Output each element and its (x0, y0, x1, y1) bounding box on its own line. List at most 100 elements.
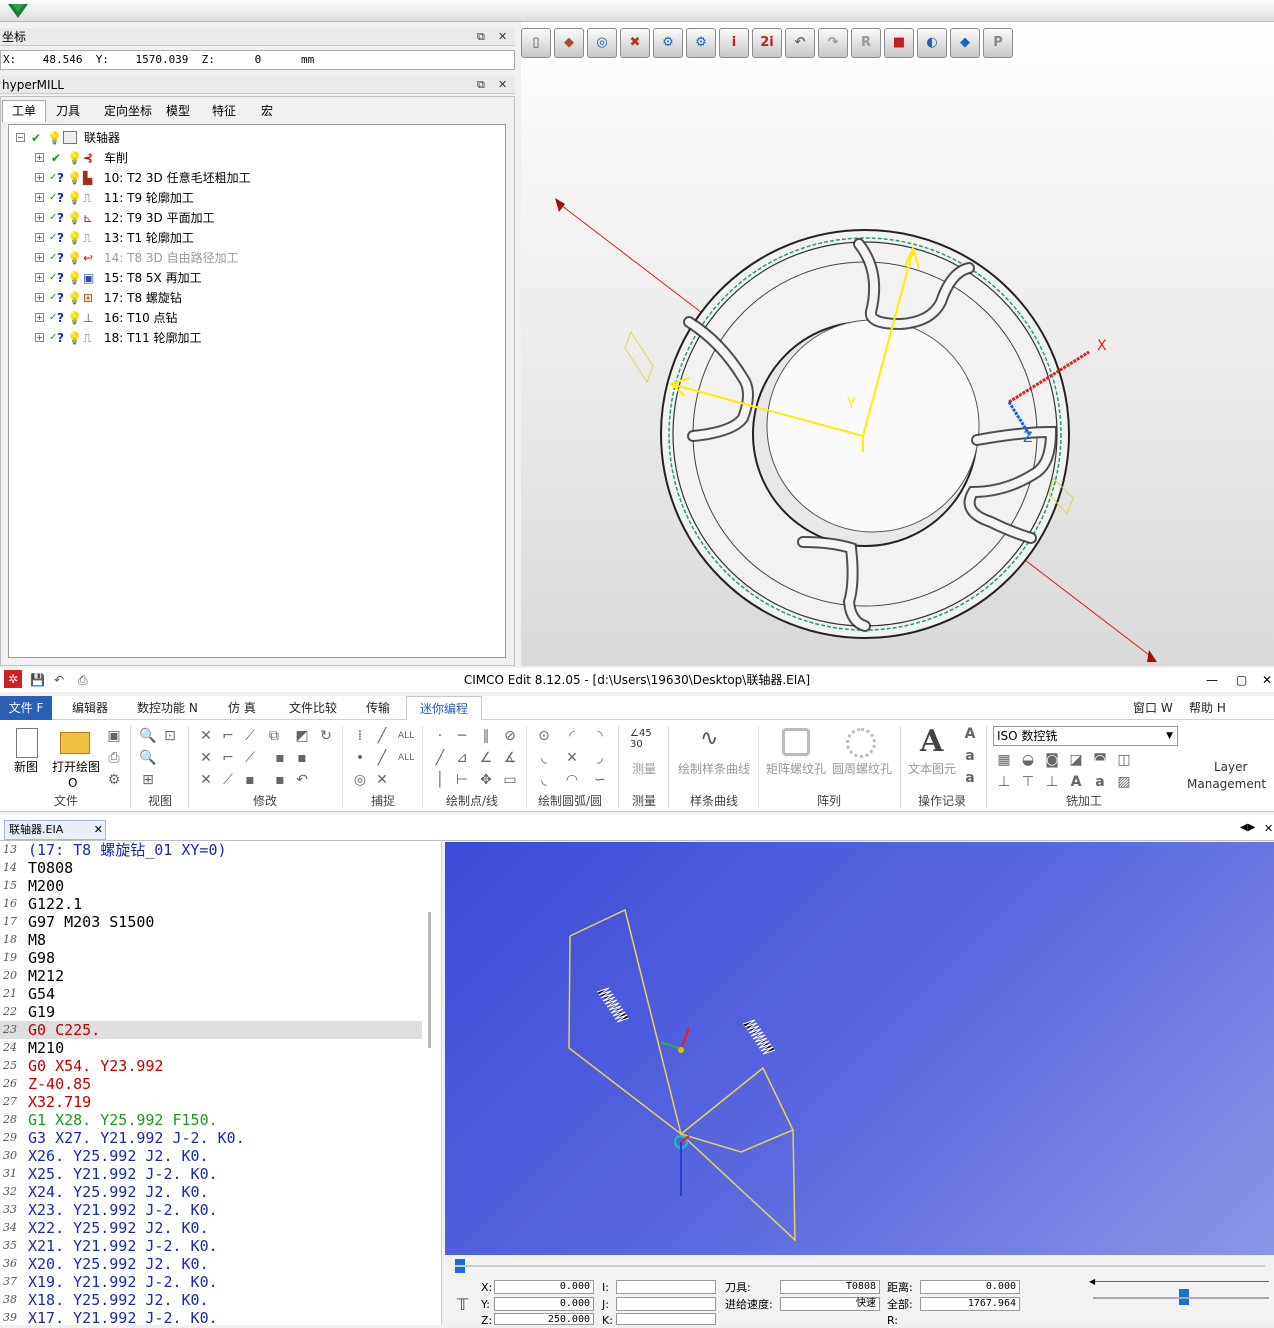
code-line[interactable]: 27 X32.719 (0, 1093, 422, 1111)
spline-icon[interactable]: ∿ (700, 726, 718, 751)
code-line[interactable]: 26 Z-40.85 (0, 1075, 422, 1093)
speed-track[interactable] (1093, 1281, 1269, 1282)
menu-simulation[interactable]: 仿 真 (228, 696, 256, 720)
move-icon[interactable]: ▪ (270, 748, 290, 768)
measure-icon[interactable]: ∠45 30 (630, 728, 652, 750)
font-a-icon[interactable]: a (960, 768, 980, 788)
code-line[interactable]: 23 G0 C225. (0, 1021, 422, 1039)
trim-icon[interactable]: ✕ (196, 726, 216, 746)
mill-op-icon[interactable]: ◒ (1018, 750, 1038, 770)
frame-icon[interactable]: ◎ (587, 28, 617, 58)
drill-icon[interactable]: ⊥ (994, 772, 1014, 792)
arc-icon[interactable]: ◝ (590, 726, 610, 746)
print-icon[interactable]: ⎙ (104, 748, 124, 768)
pocket-icon[interactable]: ▨ (1114, 772, 1134, 792)
open-drawing-shortcut[interactable]: O (68, 776, 77, 790)
save-icon[interactable]: ▣ (104, 726, 124, 746)
intersect-snap-icon[interactable]: ✕ (372, 770, 392, 790)
delete-icon[interactable]: ✖ (620, 28, 650, 58)
new-drawing-button[interactable]: 新图 (14, 758, 38, 775)
line-icon[interactable]: ╱ (430, 748, 450, 768)
code-line[interactable]: 25 G0 X54. Y23.992 (0, 1057, 422, 1075)
maximize-icon[interactable]: ▢ (1236, 668, 1247, 692)
fillet-icon[interactable]: ⌐ (218, 748, 238, 768)
editor-scrollbar[interactable] (428, 912, 431, 1048)
code-line[interactable]: 29 G3 X27. Y21.992 J-2. K0. (0, 1129, 422, 1147)
undo-icon[interactable]: ↶ (785, 28, 815, 58)
bulb-icon[interactable]: 💡 (47, 128, 62, 148)
undo-icon[interactable]: ↶ (292, 770, 312, 790)
menu-nc[interactable]: 数控功能 N (137, 696, 198, 720)
export-icon[interactable]: ◆ (950, 28, 980, 58)
code-line[interactable]: 20 M212 (0, 967, 422, 985)
close-icon[interactable]: ✕ (498, 28, 507, 46)
expand-icon[interactable]: + (35, 213, 44, 222)
3d-viewport[interactable]: X Z Y (521, 22, 1274, 666)
menu-help[interactable]: 帮助 H (1189, 696, 1226, 720)
calculate-icon[interactable]: ⚙ (653, 28, 683, 58)
code-line[interactable]: 17 G97 M203 S1500 (0, 913, 422, 931)
code-line[interactable]: 19 G98 (0, 949, 422, 967)
tab-tools[interactable]: 刀具 (46, 101, 90, 121)
code-line[interactable]: 22 G19 (0, 1003, 422, 1021)
zoom-window-icon[interactable]: ⊡ (160, 726, 180, 746)
bulb-icon[interactable]: 💡 (67, 308, 82, 328)
bulb-icon[interactable]: 💡 (67, 328, 82, 348)
polar-line-icon[interactable]: ⊿ (452, 748, 472, 768)
code-line[interactable]: 39 X17. Y21.992 J-2. K0. (0, 1309, 422, 1325)
line-snap-icon[interactable]: ╱ (372, 726, 392, 746)
tab-features[interactable]: 特征 (204, 101, 244, 121)
text-entity-icon[interactable]: A (920, 724, 943, 759)
tab-frames[interactable]: 定向坐标 (96, 101, 160, 121)
point-snap-icon[interactable]: • (350, 748, 370, 768)
font-a-icon[interactable]: A (960, 724, 980, 744)
file-tab[interactable]: 联轴器.EIA ✕ (4, 820, 106, 840)
layer-management-button[interactable]: Management (1187, 777, 1266, 791)
speed-slider-track[interactable] (1093, 1297, 1269, 1299)
grid-snap-icon[interactable]: ⁞ (350, 726, 370, 746)
rect-icon[interactable]: ▭ (500, 770, 520, 790)
menu-file[interactable]: 文件 F (0, 696, 52, 720)
tab-jobs[interactable]: 工单 (2, 101, 46, 121)
arc-s-icon[interactable]: ∽ (590, 770, 610, 790)
settings-icon[interactable]: ⚙ (104, 770, 124, 790)
code-line[interactable]: 32 X24. Y25.992 J2. K0. (0, 1183, 422, 1201)
vline-icon[interactable]: ∥ (476, 726, 496, 746)
bulb-icon[interactable]: 💡 (67, 268, 82, 288)
reset-icon[interactable]: R (851, 28, 881, 58)
zoom-in-icon[interactable]: 🔍 (138, 726, 158, 746)
menu-miniprog[interactable]: 迷你编程 (406, 696, 482, 720)
info2-icon[interactable]: 2i (752, 28, 782, 58)
code-line[interactable]: 13 (17: T8 螺旋钻_01 XY=0) (0, 841, 422, 859)
bore-icon[interactable]: ⊥ (1042, 772, 1062, 792)
open-drawing-icon[interactable] (60, 732, 90, 754)
sim-progress-track[interactable] (455, 1265, 1265, 1267)
expand-icon[interactable]: + (35, 333, 44, 342)
solid-icon[interactable]: ■ (884, 28, 914, 58)
tab-macros[interactable]: 宏 (250, 101, 284, 121)
code-line[interactable]: 38 X18. Y25.992 J2. K0. (0, 1291, 422, 1309)
code-line[interactable]: 37 X19. Y21.992 J-2. K0. (0, 1273, 422, 1291)
code-line[interactable]: 28 G1 X28. Y25.992 F150. (0, 1111, 422, 1129)
nc-editor[interactable]: 13 (17: T8 螺旋钻_01 XY=0) 14 T0808 15 M200 16 G12… (0, 841, 442, 1325)
close-icon[interactable]: ✕ (1262, 668, 1272, 692)
bulb-icon[interactable]: 💡 (67, 148, 82, 168)
code-line[interactable]: 18 M8 (0, 931, 422, 949)
arc-tan-icon[interactable]: ◟ (534, 748, 554, 768)
stock-icon[interactable]: ◆ (554, 28, 584, 58)
arc-cross-icon[interactable]: ✕ (562, 748, 582, 768)
cross-icon[interactable]: ✥ (476, 770, 496, 790)
bulb-icon[interactable]: 💡 (67, 168, 82, 188)
mid-snap-icon[interactable]: ╱ (372, 748, 392, 768)
code-line[interactable]: 24 M210 (0, 1039, 422, 1057)
expand-icon[interactable]: + (35, 173, 44, 182)
chamfer-icon[interactable]: ⟋ (240, 748, 260, 768)
arc-curve-icon[interactable]: ◠ (562, 770, 582, 790)
offset-icon[interactable]: ▪ (240, 770, 260, 790)
text-entity-button[interactable]: 文本图元 (908, 760, 956, 777)
tab-scroll-icon[interactable]: ◀▶ (1240, 822, 1255, 833)
code-line[interactable]: 15 M200 (0, 877, 422, 895)
expand-icon[interactable]: + (35, 293, 44, 302)
hypermill-logo-icon[interactable] (4, 0, 32, 20)
shading-icon[interactable]: ◐ (917, 28, 947, 58)
